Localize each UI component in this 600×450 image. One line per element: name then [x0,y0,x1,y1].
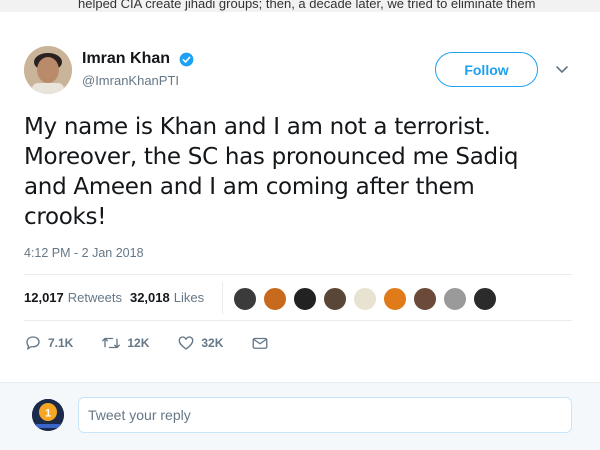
likes-count: 32,018 [129,290,170,305]
retweets-count: 12,017 [24,290,64,305]
tweet-timestamp[interactable]: 4:12 PM - 2 Jan 2018 [24,246,144,260]
reply-count: 7.1K [48,336,74,350]
tweet-stats: 12,017 Retweets 32,018 Likes [24,290,212,305]
like-action[interactable]: 32K [177,334,223,352]
liker-avatar[interactable] [293,287,317,311]
likes-stat[interactable]: 32,018 Likes [130,290,204,305]
divider [24,274,572,275]
tweet-actions: 7.1K 12K 32K [24,334,303,352]
retweet-action[interactable]: 12K [101,334,149,352]
divider [24,320,572,321]
tweet-text: My name is Khan and I am not a terrorist… [24,114,519,230]
direct-message-icon [252,337,268,349]
liker-avatar[interactable] [323,287,347,311]
author-avatar-image [24,46,72,94]
reply-action[interactable]: 7.1K [24,334,73,352]
current-user-avatar[interactable]: 1 [32,399,64,431]
direct-message-action[interactable] [251,334,275,352]
context-banner: helped CIA create jihadi groups; then, a… [0,0,600,12]
author-avatar[interactable] [24,46,72,94]
avatar-badge-number: 1 [45,408,51,420]
likes-label: Likes [173,290,205,305]
retweet-icon [102,337,121,349]
author-display-name[interactable]: Imran Khan [82,50,170,68]
liker-avatar[interactable] [413,287,437,311]
author-handle[interactable]: @ImranKhanPTI [82,73,179,88]
liker-avatar[interactable] [473,287,497,311]
reply-composer: 1 [0,382,600,450]
retweets-stat[interactable]: 12,017 Retweets [24,290,122,305]
liker-avatar[interactable] [353,287,377,311]
stats-separator [222,282,223,314]
liker-avatar[interactable] [383,287,407,311]
liker-avatar[interactable] [443,287,467,311]
reply-input[interactable] [78,397,572,433]
heart-icon [178,336,194,350]
liker-avatars [233,287,503,311]
liker-avatar[interactable] [263,287,287,311]
context-banner-text: helped CIA create jihadi groups; then, a… [78,0,536,11]
reply-icon [26,336,40,350]
retweet-count: 12K [127,336,150,350]
liker-avatar[interactable] [233,287,257,311]
chevron-down-icon[interactable] [555,62,569,76]
like-count: 32K [201,336,224,350]
current-user-avatar-image: 1 [32,399,64,431]
follow-button[interactable]: Follow [435,52,538,87]
verified-badge-icon [179,52,194,67]
retweets-label: Retweets [67,290,122,305]
